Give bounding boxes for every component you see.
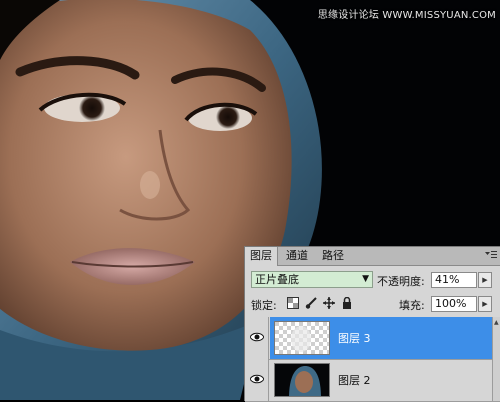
move-icon[interactable] [323,297,335,309]
tab-layers[interactable]: 图层 [245,247,278,266]
visibility-toggle[interactable] [245,359,269,401]
layer-thumbnail [274,363,330,397]
lock-fill-row: 锁定: 填充: 100% ▶ [245,293,500,315]
scrollbar[interactable]: ▲ [492,317,500,401]
layer-body[interactable]: 图层 3 [270,317,492,359]
panel-menu-icon[interactable] [485,250,497,263]
visibility-toggle[interactable] [245,317,269,359]
opacity-slider-button[interactable]: ▶ [478,272,492,288]
opacity-label: 不透明度: [377,275,425,288]
scroll-up-icon[interactable]: ▲ [494,319,499,326]
layer-name: 图层 2 [338,374,371,387]
chevron-down-icon: ▼ [362,274,369,284]
layer-name: 图层 3 [338,332,371,345]
fill-label: 填充: [399,299,425,312]
blend-mode-select[interactable]: 正片叠底 ▼ [251,271,373,288]
tab-channels[interactable]: 通道 [281,247,313,265]
layer-list: 图层 3 图层 2 ▲ [245,317,500,402]
layer-body[interactable]: 图层 2 [270,359,492,401]
panel-tabs: 图层 通道 路径 [245,247,500,266]
watermark-text: 思缘设计论坛 WWW.MISSYUAN.COM [317,10,496,21]
blend-opacity-row: 正片叠底 ▼ 不透明度: 41% ▶ [245,269,500,291]
lock-transparent-icon[interactable] [287,297,299,309]
brush-icon[interactable] [305,297,317,309]
opacity-input[interactable]: 41% [431,272,477,288]
layer-row-3[interactable]: 图层 3 [245,317,500,360]
layer-thumbnail [274,321,330,355]
lock-label: 锁定: [251,299,277,312]
lock-icon[interactable] [341,296,353,309]
blend-mode-value: 正片叠底 [255,273,299,286]
fill-input[interactable]: 100% [431,296,477,312]
layers-panel: 图层 通道 路径 正片叠底 ▼ 不透明度: 41% ▶ 锁定: 填充: 100%… [244,246,500,402]
tab-paths[interactable]: 路径 [317,247,349,265]
fill-slider-button[interactable]: ▶ [478,296,492,312]
layer-row-2[interactable]: 图层 2 [245,359,500,402]
